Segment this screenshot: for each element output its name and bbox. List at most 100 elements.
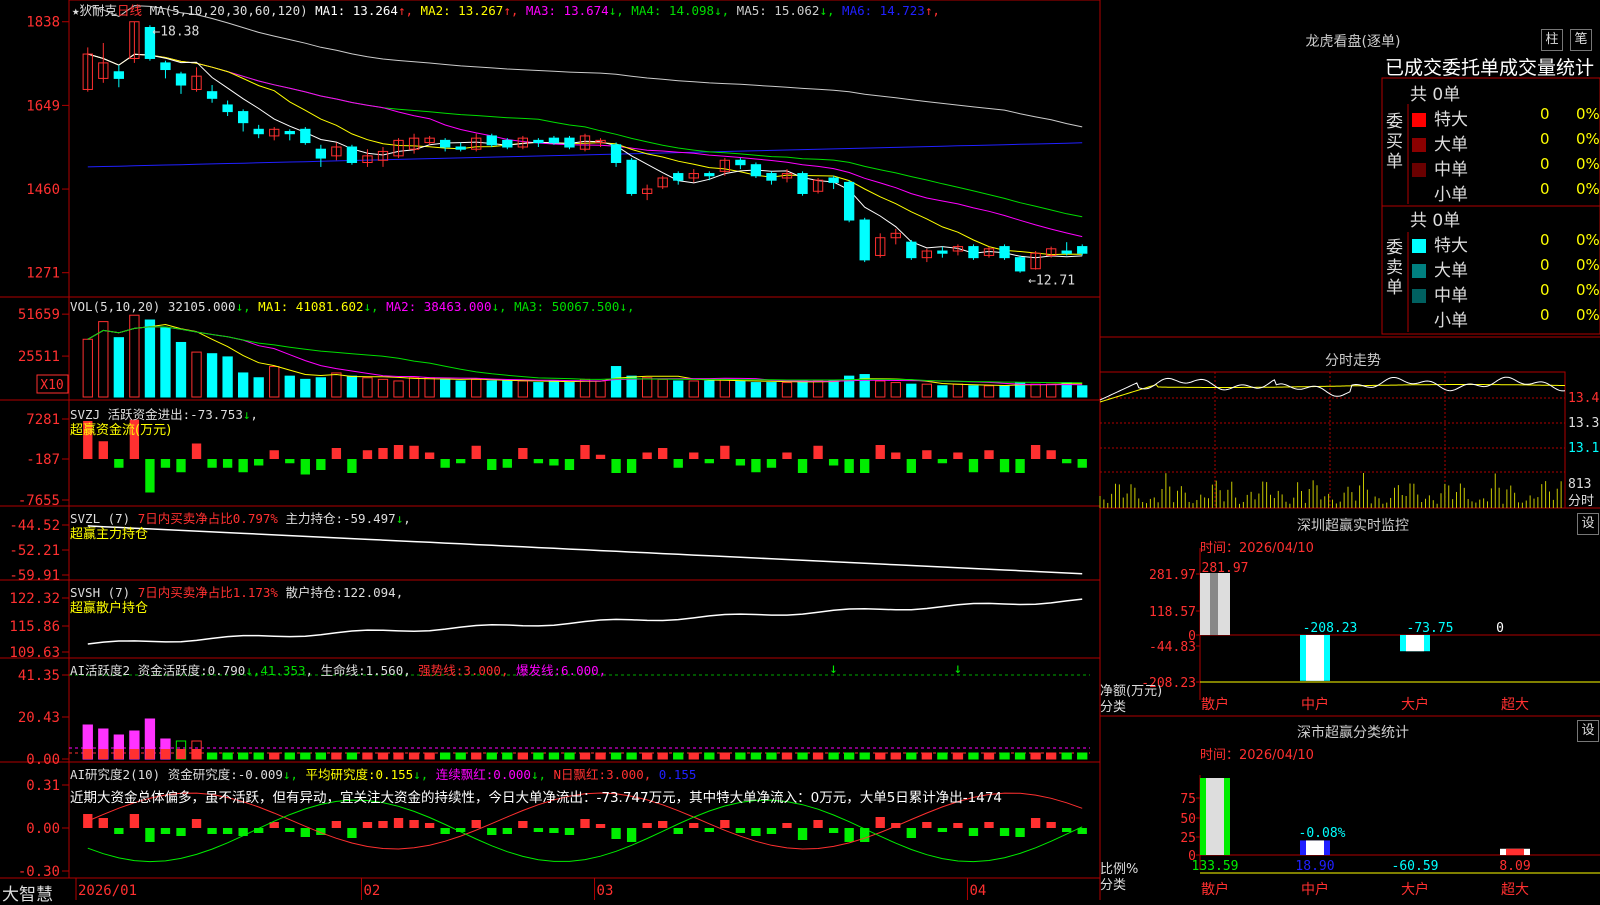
air-bar [160, 828, 171, 834]
ai-bar [626, 752, 637, 760]
air-bar [658, 821, 668, 828]
period-label[interactable]: 日线 [117, 3, 142, 18]
vol-bar [113, 337, 125, 398]
vol-bar [704, 380, 715, 398]
air-bar [129, 814, 140, 828]
ai-bar [999, 752, 1010, 760]
vol-value: 32105.000 [167, 299, 236, 314]
monitor-ytick-label: -44.83 [1149, 640, 1196, 655]
ai-bar [595, 752, 606, 760]
order-type-label: 中单 [1434, 160, 1468, 180]
price-ytick-label: 1271 [26, 266, 60, 282]
air-bar [999, 828, 1010, 836]
vol-bar [688, 380, 699, 398]
vol-bar [331, 372, 342, 398]
ai-bar [346, 752, 358, 760]
bar-mode-button[interactable]: 柱 [1541, 29, 1563, 51]
order-type-label: 特大 [1434, 236, 1468, 256]
svzj-bar [300, 459, 310, 475]
vol-bar [812, 380, 824, 398]
vol-bar [471, 378, 482, 398]
price-ytick-label: 1838 [26, 15, 60, 31]
candle-body [704, 173, 715, 177]
air-bar [611, 828, 621, 839]
class-category: 大户 [1401, 881, 1429, 898]
vol-bar [393, 380, 404, 398]
ma1-line [87, 53, 1083, 259]
air-bar [922, 822, 932, 828]
svzj-arrow-icon: ↓ [242, 407, 251, 422]
ai-bar [517, 752, 529, 760]
svzj-bar [626, 459, 637, 473]
ai-bar [859, 752, 870, 760]
svzj-bar [673, 459, 683, 468]
vol-bar [999, 385, 1010, 398]
candle-body [859, 219, 870, 261]
dragon-title: 龙虎看盘(逐单) [1305, 34, 1401, 50]
ai-bar [564, 752, 575, 760]
ai-bar [455, 752, 466, 760]
candle-body [673, 173, 684, 181]
ma2-line [87, 53, 1083, 256]
order-row: 大单 [1412, 130, 1468, 155]
vol-unit-label: X10 [40, 378, 63, 393]
air-value: -0.009 [237, 767, 283, 782]
ai-bar [750, 752, 762, 760]
order-count: 0 [1540, 231, 1550, 249]
order-row: 小单 [1412, 306, 1468, 331]
air-ytick-label: -0.30 [18, 864, 60, 880]
monitor-settings-button[interactable]: 设 [1577, 513, 1599, 535]
svzj-bar [922, 450, 932, 459]
vol-bar [952, 383, 964, 398]
air-bar [471, 820, 481, 828]
svzj-bar [689, 452, 699, 459]
candle-body [828, 177, 839, 183]
candle-body [1014, 257, 1026, 272]
tick-mode-button[interactable]: 笔 [1570, 29, 1592, 51]
order-type-label: 小单 [1434, 311, 1468, 331]
candle-body [937, 250, 948, 254]
ma-arrow-icon: ↓, [363, 299, 379, 314]
order-percent: 0% [1576, 180, 1600, 198]
ai-base-bar [176, 749, 186, 759]
svzj-bar [751, 459, 761, 473]
air-bar [347, 828, 357, 838]
vol-bar [191, 351, 202, 398]
stock-name[interactable]: ★狄耐克 [72, 3, 117, 18]
air-bar [642, 823, 652, 828]
vol-bar [300, 378, 311, 398]
vol-bar [719, 378, 731, 398]
svzj-bar [456, 459, 466, 464]
svzj-bar [145, 459, 155, 493]
svzj-bar [844, 459, 854, 473]
vol-bar [455, 380, 466, 398]
svzj-bar [797, 459, 808, 473]
class-settings-button[interactable]: 设 [1577, 720, 1599, 742]
svsh-ytick-label: 109.63 [9, 645, 60, 661]
ai-bar [486, 752, 497, 760]
ai-value: 0.790 [207, 663, 246, 678]
air-bar [424, 823, 435, 828]
ma-item-5: MA6: 14.723 [834, 3, 925, 18]
candle-body [564, 137, 575, 148]
vol-bar [533, 382, 544, 398]
vol-bar [144, 319, 156, 398]
ai-bar [983, 752, 995, 760]
ma-item-0: MA1: 41081.602 [258, 299, 364, 314]
monitor-category: 超大 [1501, 697, 1529, 713]
svsh-comma: , [395, 585, 404, 600]
candle-body [237, 111, 249, 124]
order-side-label: 委买单 [1386, 112, 1403, 172]
air-ytick-label: 0.31 [26, 778, 60, 794]
air-bar [984, 822, 994, 828]
order-stats-tabs[interactable]: 已成交委托单成交量统计 [1385, 53, 1594, 80]
intraday-title[interactable]: 分时走势 [1098, 350, 1600, 370]
svzj-ytick-label: 7281 [26, 412, 60, 428]
price-ytick-label: 1460 [26, 182, 60, 198]
ma-arrow-icon: ↓, [714, 3, 730, 18]
candle-body [300, 128, 311, 144]
class-value-label: 133.59 [1192, 859, 1239, 874]
svzj-bar [704, 459, 714, 464]
air-bar [300, 828, 310, 837]
ai-life-value: 1.560, [365, 663, 411, 678]
